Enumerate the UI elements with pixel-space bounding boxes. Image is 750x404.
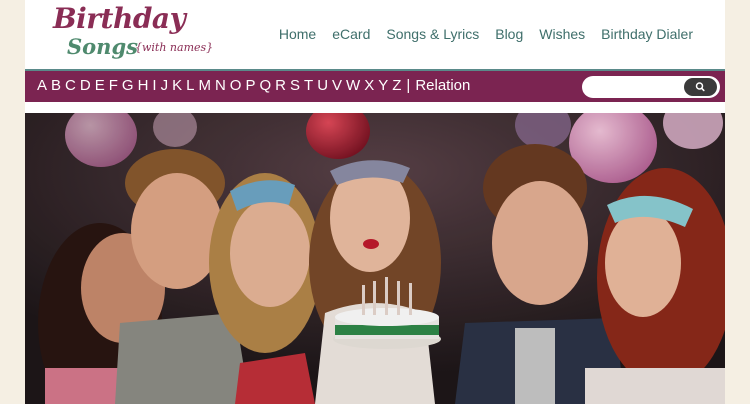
letter-link-h[interactable]: H bbox=[138, 77, 149, 94]
nav-home[interactable]: Home bbox=[279, 26, 316, 42]
logo-birthday-text: Birthday bbox=[53, 2, 186, 35]
letter-link-d[interactable]: D bbox=[80, 77, 91, 94]
logo-songs-text: Songs bbox=[67, 34, 138, 59]
letter-link-b[interactable]: B bbox=[51, 77, 61, 94]
letter-link-a[interactable]: A bbox=[37, 77, 47, 94]
logo-tagline: {with names} bbox=[135, 41, 214, 54]
nav-songs-lyrics[interactable]: Songs & Lyrics bbox=[386, 26, 479, 42]
letter-link-z[interactable]: Z bbox=[392, 77, 401, 94]
letter-link-l[interactable]: L bbox=[186, 77, 194, 94]
search-icon bbox=[695, 82, 705, 92]
letter-link-q[interactable]: Q bbox=[259, 77, 271, 94]
page: Birthday Songs {with names} Home eCard S… bbox=[25, 0, 725, 404]
letter-link-w[interactable]: W bbox=[346, 77, 360, 94]
letter-link-i[interactable]: I bbox=[152, 77, 156, 94]
site-logo[interactable]: Birthday Songs {with names} bbox=[53, 2, 253, 64]
search-input[interactable] bbox=[588, 78, 688, 98]
letter-link-y[interactable]: Y bbox=[378, 77, 388, 94]
main-nav: Home eCard Songs & Lyrics Blog Wishes Bi… bbox=[279, 26, 693, 42]
nav-ecard[interactable]: eCard bbox=[332, 26, 370, 42]
nav-blog[interactable]: Blog bbox=[495, 26, 523, 42]
letter-link-t[interactable]: T bbox=[304, 77, 313, 94]
letter-link-g[interactable]: G bbox=[122, 77, 134, 94]
nav-wishes[interactable]: Wishes bbox=[539, 26, 585, 42]
hero-image bbox=[25, 113, 725, 404]
letter-link-r[interactable]: R bbox=[275, 77, 286, 94]
site-header: Birthday Songs {with names} Home eCard S… bbox=[25, 0, 725, 70]
letter-link-p[interactable]: P bbox=[245, 77, 255, 94]
letter-link-s[interactable]: S bbox=[290, 77, 300, 94]
letter-link-v[interactable]: V bbox=[332, 77, 342, 94]
letter-link-o[interactable]: O bbox=[230, 77, 242, 94]
nav-birthday-dialer[interactable]: Birthday Dialer bbox=[601, 26, 693, 42]
letter-link-f[interactable]: F bbox=[109, 77, 118, 94]
letter-link-m[interactable]: M bbox=[198, 77, 211, 94]
relation-link[interactable]: Relation bbox=[415, 77, 470, 94]
search-button[interactable] bbox=[684, 78, 717, 96]
alphabet-bar: A B C D E F G H I J K L M N O P Q R S T U V W X Y Z | Relation bbox=[25, 69, 725, 102]
letter-link-e[interactable]: E bbox=[95, 77, 105, 94]
letter-link-n[interactable]: N bbox=[215, 77, 226, 94]
letter-link-c[interactable]: C bbox=[65, 77, 76, 94]
alphabet-index: A B C D E F G H I J K L M N O P Q R S T U V W X Y Z | Relation bbox=[37, 77, 470, 94]
letter-link-x[interactable]: X bbox=[364, 77, 374, 94]
letter-link-k[interactable]: K bbox=[172, 77, 182, 94]
search-box bbox=[582, 76, 720, 98]
alphabet-separator: | bbox=[406, 77, 411, 94]
letter-link-u[interactable]: U bbox=[317, 77, 328, 94]
birthday-party-photo bbox=[25, 113, 725, 404]
letter-link-j[interactable]: J bbox=[161, 77, 169, 94]
